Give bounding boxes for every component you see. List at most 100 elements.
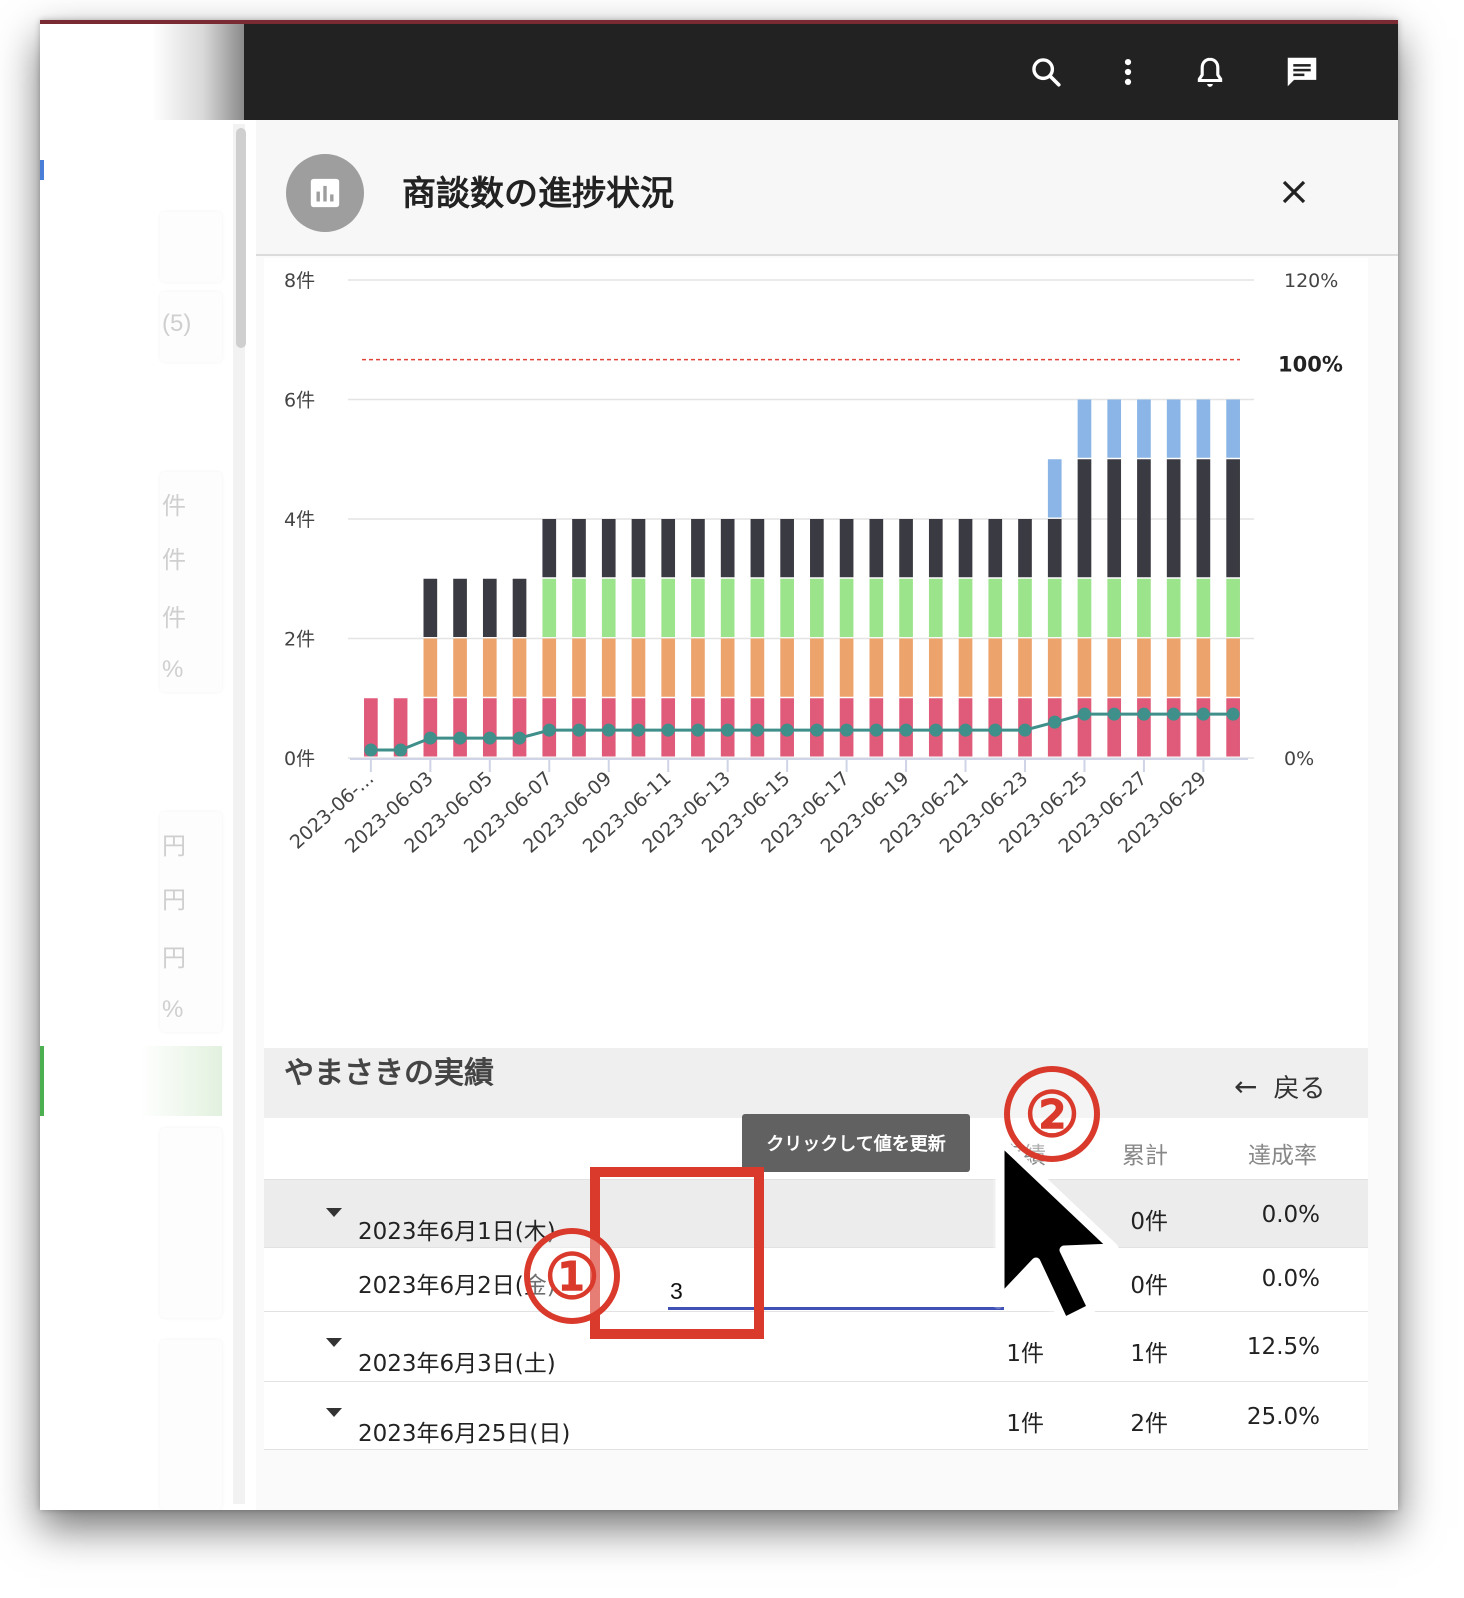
bar-segment: [482, 578, 497, 637]
back-button[interactable]: ← 戻る: [1234, 1068, 1325, 1105]
tooltip: クリックして値を更新: [742, 1114, 970, 1172]
search-icon[interactable]: [1024, 50, 1068, 94]
sidebar-active-accent: [40, 1046, 44, 1116]
achievement-point: [631, 723, 645, 737]
bar-segment: [691, 519, 705, 578]
bar-segment: [512, 698, 527, 757]
bar-segment: [453, 638, 467, 697]
panel-title: 商談数の進捗状況: [402, 174, 674, 214]
expand-triangle-icon[interactable]: [326, 1208, 342, 1217]
sidebar-count-badge: (5): [162, 310, 192, 337]
bar-segment: [631, 519, 646, 578]
table-row[interactable]: 2023年6月1日(木) 0件 0.0%: [264, 1180, 1368, 1248]
detail-panel: 商談数の進捗状況 0件 2件 4件 6件 8件 0% 120% 100% 2023-06-...…: [256, 120, 1398, 1510]
row-rate: 0.0%: [1261, 1266, 1320, 1292]
achievement-point: [602, 723, 616, 737]
scrollbar-thumb[interactable]: [236, 128, 246, 348]
achievement-point: [1018, 723, 1032, 737]
top-app-bar: [244, 24, 1398, 120]
achievement-point: [1077, 707, 1091, 721]
expand-triangle-icon[interactable]: [326, 1408, 342, 1417]
bar-segment: [1047, 578, 1062, 637]
achievement-point: [661, 723, 675, 737]
achievement-point: [513, 731, 527, 745]
bar-segment: [572, 638, 586, 697]
row-cumulative: 2件: [1130, 1411, 1168, 1437]
bar-segment: [839, 638, 854, 697]
bar-segment: [1018, 638, 1032, 697]
bar-segment: [720, 638, 735, 697]
bar-segment: [601, 578, 616, 637]
bar-segment: [899, 638, 913, 697]
bar-segment: [631, 578, 646, 637]
bar-segment: [810, 578, 824, 637]
y-tick-label: 4件: [284, 509, 315, 531]
bar-segment: [453, 698, 467, 757]
achievement-point: [840, 723, 854, 737]
achievement-point: [1226, 707, 1240, 721]
row-rate: 25.0%: [1246, 1404, 1320, 1430]
bar-segment: [1166, 578, 1181, 637]
bar-segment: [750, 578, 765, 637]
table-row[interactable]: 2023年6月3日(土) 1件 1件 12.5%: [264, 1312, 1368, 1382]
achievement-point: [810, 723, 824, 737]
bar-segment: [869, 519, 884, 578]
achievement-point: [721, 723, 735, 737]
bar-segment: [1018, 578, 1032, 637]
bar-segment: [780, 578, 794, 637]
bar-segment: [1047, 459, 1062, 518]
bar-segment: [1107, 459, 1122, 578]
bar-segment: [750, 638, 765, 697]
achievement-point: [780, 723, 794, 737]
bar-segment: [601, 638, 616, 697]
mouse-pointer-icon: [993, 1135, 1119, 1330]
bar-segment: [572, 519, 586, 578]
y-right-tick-label: 0%: [1284, 748, 1314, 770]
bar-segment: [958, 578, 973, 637]
bar-segment: [1107, 638, 1122, 697]
chat-icon[interactable]: [1280, 50, 1324, 94]
achievement-point: [423, 731, 437, 745]
row-actual[interactable]: 1件: [964, 1404, 1044, 1438]
bar-segment: [512, 578, 527, 637]
row-rate: 12.5%: [1246, 1334, 1320, 1360]
bell-icon[interactable]: [1188, 50, 1232, 94]
more-vert-icon[interactable]: [1106, 50, 1150, 94]
table-row[interactable]: 2023年6月25日(日) 1件 2件 25.0%: [264, 1382, 1368, 1450]
chart-card: 0件 2件 4件 6件 8件 0% 120% 100% 2023-06-... 2023-06-0…: [264, 258, 1368, 1138]
bar-segment: [1077, 459, 1092, 578]
bar-segment: [1047, 638, 1062, 697]
bar-segment: [1196, 638, 1211, 697]
close-icon[interactable]: [1272, 170, 1316, 214]
sidebar-ghost-text: %: [162, 656, 184, 683]
bar-segment: [928, 638, 943, 697]
achievement-point: [542, 723, 556, 737]
expand-triangle-icon[interactable]: [326, 1338, 342, 1347]
achievement-point: [1167, 707, 1181, 721]
bar-segment: [1077, 638, 1092, 697]
achievement-point: [572, 723, 586, 737]
bar-segment: [1137, 459, 1151, 578]
bar-segment: [482, 698, 497, 757]
row-cumulative: 1件: [1130, 1341, 1168, 1367]
step-marker-1: ①: [524, 1228, 620, 1324]
y-right-tick-label: 120%: [1284, 270, 1338, 292]
target-line-label: 100%: [1278, 353, 1343, 377]
sidebar-ghost-text: 円: [162, 833, 186, 860]
sidebar-card: [160, 212, 222, 282]
bar-segment: [958, 519, 973, 578]
achievement-point: [483, 731, 497, 745]
back-label: 戻る: [1273, 1074, 1326, 1104]
sidebar-card: 円 円 円 %: [160, 812, 222, 1032]
bar-segment: [661, 519, 676, 578]
sidebar-active-item[interactable]: [40, 1046, 222, 1116]
bar-segment: [750, 519, 765, 578]
bar-segment: [1047, 519, 1062, 578]
sidebar-ghost-text: 件: [162, 605, 186, 632]
row-actual[interactable]: 1件: [964, 1334, 1044, 1368]
bar-segment: [423, 638, 438, 697]
bar-segment: [1137, 399, 1151, 458]
sidebar-ghost-text: 円: [162, 887, 186, 914]
bar-segment: [453, 578, 467, 637]
bar-segment: [928, 519, 943, 578]
